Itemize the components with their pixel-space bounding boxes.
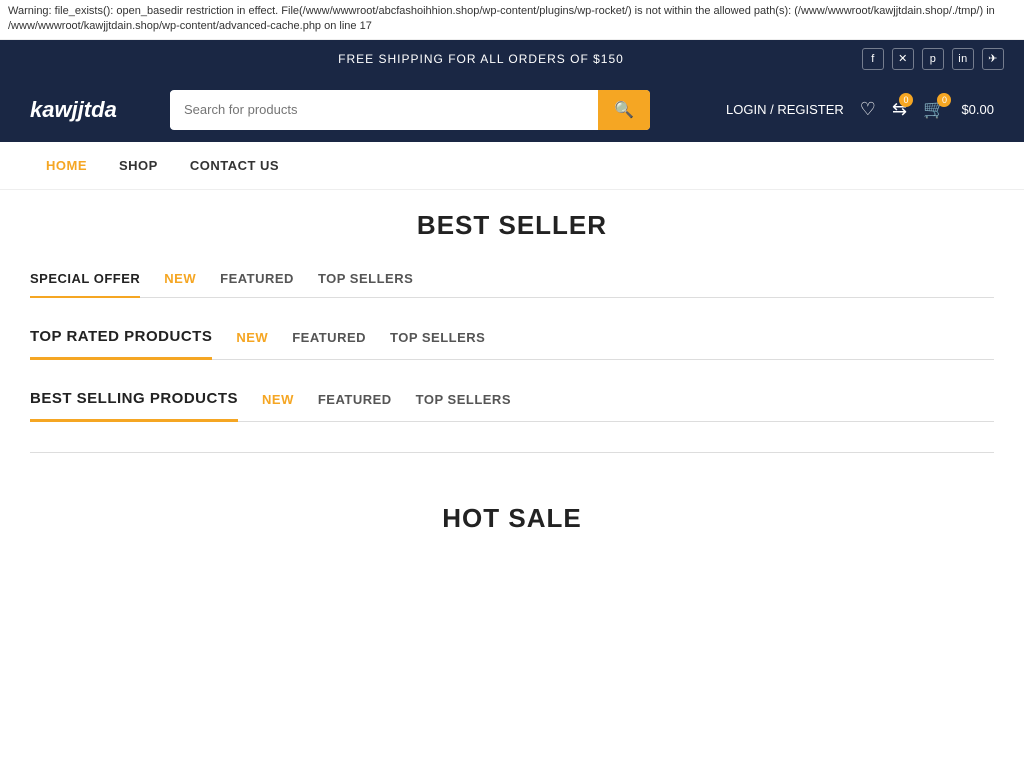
best-seller-title: BEST SELLER: [30, 210, 994, 251]
tab-new-bestselling[interactable]: NEW: [262, 392, 294, 419]
search-icon: 🔍: [614, 102, 634, 119]
logo: kawjjtda: [30, 97, 150, 123]
header-right: LOGIN / REGISTER ♡ ⇆ 0 🛒 0 $0.00: [726, 99, 994, 120]
compare-badge: 0: [899, 93, 913, 107]
hot-sale-title: HOT SALE: [30, 483, 994, 534]
tab-topsellers-bestselling[interactable]: TOP SELLERS: [416, 392, 511, 419]
best-seller-section: BEST SELLER SPECIAL OFFER NEW FEATURED T…: [30, 210, 994, 298]
top-rated-section: TOP RATED PRODUCTS NEW FEATURED TOP SELL…: [30, 328, 994, 360]
tab-new-bestseller[interactable]: NEW: [164, 271, 196, 296]
social-icons: f ✕ p in ✈: [862, 48, 1004, 70]
tab-featured-bestselling[interactable]: FEATURED: [318, 392, 392, 419]
best-selling-section: BEST SELLING PRODUCTS NEW FEATURED TOP S…: [30, 390, 994, 422]
compare-icon[interactable]: ⇆ 0: [892, 99, 907, 120]
nav-link-home[interactable]: HOME: [30, 142, 103, 189]
nav-link-contact[interactable]: CONTACT US: [174, 142, 295, 189]
main-content: BEST SELLER SPECIAL OFFER NEW FEATURED T…: [0, 190, 1024, 554]
tab-featured-toprated[interactable]: FEATURED: [292, 330, 366, 357]
nav-item-shop[interactable]: SHOP: [103, 142, 174, 189]
main-nav: HOME SHOP CONTACT US: [0, 142, 1024, 190]
pinterest-icon[interactable]: p: [922, 48, 944, 70]
nav-item-contact[interactable]: CONTACT US: [174, 142, 295, 189]
best-selling-header: BEST SELLING PRODUCTS NEW FEATURED TOP S…: [30, 390, 994, 422]
cart-icon[interactable]: 🛒 0: [923, 99, 945, 120]
facebook-icon[interactable]: f: [862, 48, 884, 70]
best-selling-title: BEST SELLING PRODUCTS: [30, 390, 238, 422]
promo-bar: FREE SHIPPING FOR ALL ORDERS OF $150 f ✕…: [0, 40, 1024, 78]
header: kawjjtda 🔍 LOGIN / REGISTER ♡ ⇆ 0 🛒 0 $0…: [0, 78, 1024, 142]
error-message: Warning: file_exists(): open_basedir res…: [8, 5, 995, 32]
linkedin-icon[interactable]: in: [952, 48, 974, 70]
nav-item-home[interactable]: HOME: [30, 142, 103, 189]
twitter-icon[interactable]: ✕: [892, 48, 914, 70]
error-bar: Warning: file_exists(): open_basedir res…: [0, 0, 1024, 40]
tab-new-toprated[interactable]: NEW: [236, 330, 268, 357]
top-rated-title: TOP RATED PRODUCTS: [30, 328, 212, 360]
wishlist-icon[interactable]: ♡: [860, 99, 876, 120]
section-divider: [30, 452, 994, 453]
nav-link-shop[interactable]: SHOP: [103, 142, 174, 189]
cart-total: $0.00: [961, 102, 994, 117]
cart-badge: 0: [937, 93, 951, 107]
search-button[interactable]: 🔍: [598, 90, 650, 130]
tab-top-sellers-bestseller[interactable]: TOP SELLERS: [318, 271, 413, 296]
best-seller-tabs: SPECIAL OFFER NEW FEATURED TOP SELLERS: [30, 271, 994, 298]
tab-featured-bestseller[interactable]: FEATURED: [220, 271, 294, 296]
tab-topsellers-toprated[interactable]: TOP SELLERS: [390, 330, 485, 357]
search-bar: 🔍: [170, 90, 650, 130]
top-rated-header: TOP RATED PRODUCTS NEW FEATURED TOP SELL…: [30, 328, 994, 360]
telegram-icon[interactable]: ✈: [982, 48, 1004, 70]
search-input[interactable]: [170, 92, 598, 127]
tab-special-offer[interactable]: SPECIAL OFFER: [30, 271, 140, 298]
promo-text: FREE SHIPPING FOR ALL ORDERS OF $150: [100, 52, 862, 66]
login-register-link[interactable]: LOGIN / REGISTER: [726, 102, 844, 117]
